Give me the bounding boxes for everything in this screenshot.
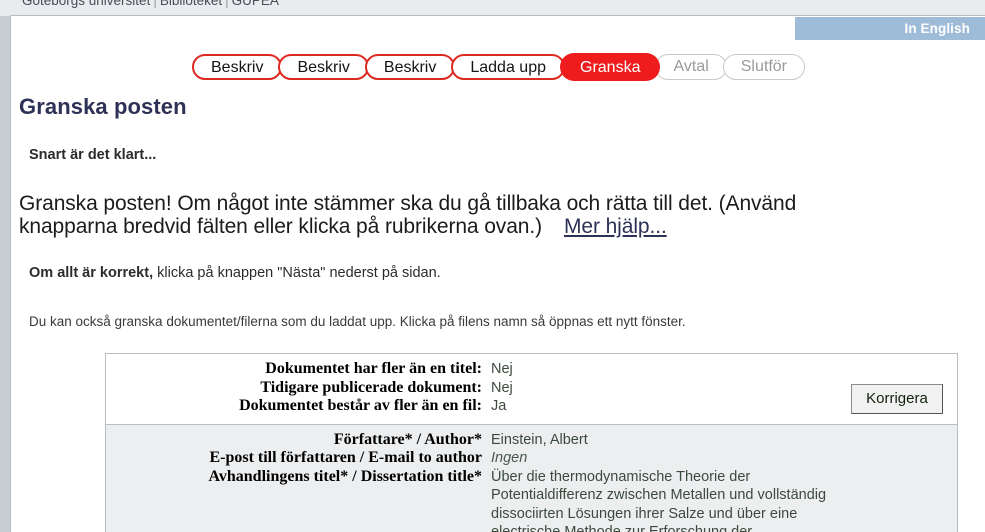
breadcrumb-item-university[interactable]: Göteborgs universitet xyxy=(22,0,150,8)
metadata-label: Dokumentet har fler än en titel: xyxy=(265,360,482,377)
page-title: Granska posten xyxy=(19,94,187,119)
step-beskriv-2[interactable]: Beskriv xyxy=(278,54,369,80)
note-if-correct-rest: klicka på knappen "Nästa" nederst på sid… xyxy=(153,265,441,281)
metadata-value: Nej xyxy=(491,361,513,377)
instruction-paragraph: Granska posten! Om något inte stämmer sk… xyxy=(19,192,979,238)
metadata-label: Författare* / Author* xyxy=(333,430,482,448)
step-avtal: Avtal xyxy=(655,54,727,80)
step-beskriv-3[interactable]: Beskriv xyxy=(364,54,456,80)
page-subtitle: Snart är det klart... xyxy=(29,147,157,163)
metadata-review-table: Dokumentet har fler än en titel: Tidigar… xyxy=(105,353,958,532)
site-breadcrumb-strip: Göteborgs universitet | Biblioteket | GUPEA xyxy=(0,0,985,16)
submission-progress-bar: Beskriv Beskriv Beskriv Ladda upp Gransk… xyxy=(11,49,985,85)
metadata-value: Nej xyxy=(491,379,513,396)
step-slutfor: Slutför xyxy=(722,54,805,80)
instruction-line-2: knapparna bredvid fälten eller klicka på… xyxy=(19,215,542,238)
metadata-block-author-title: Författare* / Author* E-post till förfat… xyxy=(106,424,957,532)
note-if-correct: Om allt är korrekt, klicka på knappen "N… xyxy=(29,265,441,281)
breadcrumb-item-library[interactable]: Biblioteket xyxy=(160,0,222,8)
breadcrumb-item-gupea[interactable]: GUPEA xyxy=(232,0,279,8)
metadata-label: E-post till författaren / E-mail to auth… xyxy=(209,449,482,466)
breadcrumb-separator-1: | xyxy=(153,0,157,8)
note-if-correct-bold: Om allt är korrekt, xyxy=(29,265,154,281)
metadata-label: Avhandlingens titel* / Dissertation titl… xyxy=(208,467,482,485)
metadata-labels-column: Författare* / Author* E-post till förfat… xyxy=(106,431,491,487)
note-review-files: Du kan också granska dokumentet/filerna … xyxy=(29,314,686,329)
metadata-value: Ja xyxy=(491,398,507,414)
breadcrumb[interactable]: Göteborgs universitet | Biblioteket | GUPEA xyxy=(22,0,279,8)
step-beskriv-1[interactable]: Beskriv xyxy=(192,54,283,80)
metadata-values-column: Einstein, Albert Ingen Über die thermody… xyxy=(491,431,837,532)
metadata-value-dissertation-title: Über die thermodynamische Theorie der Po… xyxy=(491,468,827,532)
breadcrumb-separator-2: | xyxy=(225,0,229,8)
browser-page: Göteborgs universitet | Biblioteket | GUPEA … xyxy=(0,0,985,532)
metadata-values-column: Nej Nej Ja xyxy=(491,360,837,416)
metadata-block-document-info: Dokumentet har fler än en titel: Tidigar… xyxy=(106,354,957,425)
metadata-labels-column: Dokumentet har fler än en titel: Tidigar… xyxy=(106,360,491,416)
metadata-value-author: Einstein, Albert xyxy=(491,431,588,448)
content-frame: In English Beskriv Beskriv Beskriv Ladda… xyxy=(10,15,985,532)
metadata-value-email: Ingen xyxy=(491,450,528,466)
korrigera-button-document-info[interactable]: Korrigera xyxy=(851,384,943,414)
language-switch-in-english[interactable]: In English xyxy=(795,17,985,40)
step-ladda-upp[interactable]: Ladda upp xyxy=(451,54,565,80)
metadata-action-column: Korrigera xyxy=(837,360,957,414)
metadata-label: Dokumentet består av fler än en fil: xyxy=(239,397,482,414)
instruction-line-1: Granska posten! Om något inte stämmer sk… xyxy=(19,192,797,215)
metadata-label: Tidigare publicerade dokument: xyxy=(260,378,482,396)
step-granska[interactable]: Granska xyxy=(561,54,660,80)
more-help-link[interactable]: Mer hjälp... xyxy=(564,215,667,238)
metadata-action-column: Korrigera xyxy=(837,431,957,532)
